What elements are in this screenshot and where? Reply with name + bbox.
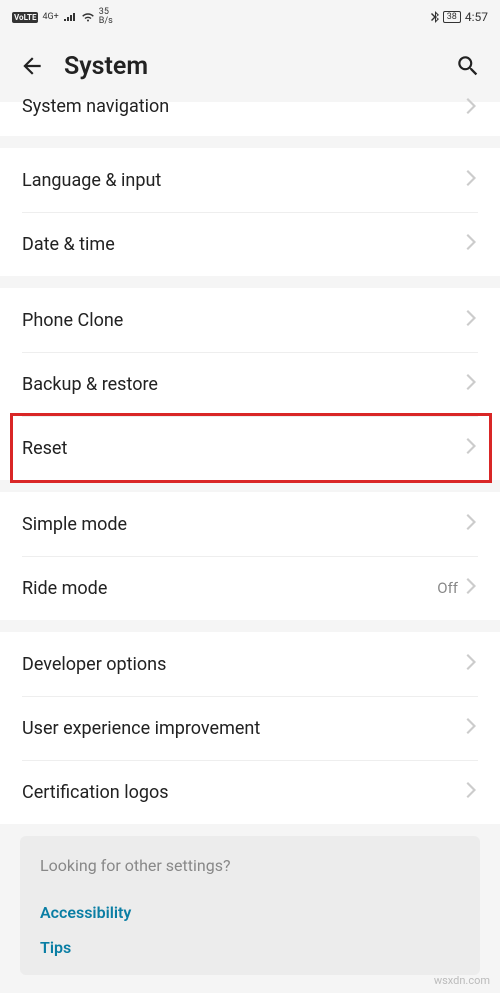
volte-badge: VoLTE: [12, 12, 38, 23]
header: System: [0, 30, 500, 102]
row-reset[interactable]: Reset: [0, 416, 500, 480]
settings-list: Language & input Date & time Phone Clone…: [0, 148, 500, 975]
chevron-right-icon: [466, 654, 478, 674]
chevron-right-icon: [466, 514, 478, 534]
clock: 4:57: [465, 10, 488, 24]
chevron-right-icon: [466, 374, 478, 394]
row-label: Certification logos: [22, 782, 466, 803]
chevron-right-icon: [466, 310, 478, 330]
row-certification-logos[interactable]: Certification logos: [0, 760, 500, 824]
row-developer-options[interactable]: Developer options: [0, 632, 500, 696]
settings-group: Language & input Date & time: [0, 148, 500, 276]
status-bar: VoLTE 4G+ 35 B/s 38 4:57: [0, 0, 500, 30]
wifi-icon: [81, 12, 95, 22]
row-ride-mode[interactable]: Ride mode Off: [0, 556, 500, 620]
settings-group: Phone Clone Backup & restore Reset: [0, 288, 500, 480]
row-label: Phone Clone: [22, 310, 466, 331]
row-label: Developer options: [22, 654, 466, 675]
row-label: Reset: [22, 438, 466, 459]
signal-icon: [63, 12, 77, 22]
status-right: 38 4:57: [431, 10, 488, 24]
chevron-right-icon: [466, 782, 478, 802]
row-label: Backup & restore: [22, 374, 466, 395]
chevron-right-icon: [466, 234, 478, 254]
row-label: Language & input: [22, 170, 466, 191]
chevron-right-icon: [466, 438, 478, 458]
chevron-right-icon: [466, 578, 478, 598]
row-language-input[interactable]: Language & input: [0, 148, 500, 212]
search-icon[interactable]: [454, 52, 482, 80]
row-system-navigation[interactable]: System navigation: [0, 102, 500, 136]
row-user-experience[interactable]: User experience improvement: [0, 696, 500, 760]
status-left: VoLTE 4G+ 35 B/s: [12, 8, 113, 26]
page-title: System: [64, 52, 436, 81]
row-backup-restore[interactable]: Backup & restore: [0, 352, 500, 416]
row-value: Off: [437, 579, 458, 597]
row-simple-mode[interactable]: Simple mode: [0, 492, 500, 556]
settings-group: Simple mode Ride mode Off: [0, 492, 500, 620]
row-date-time[interactable]: Date & time: [0, 212, 500, 276]
battery-indicator: 38: [443, 11, 461, 23]
row-label: Simple mode: [22, 514, 466, 535]
row-phone-clone[interactable]: Phone Clone: [0, 288, 500, 352]
link-tips[interactable]: Tips: [40, 930, 460, 965]
data-rate: 35 B/s: [99, 8, 113, 26]
row-label: System navigation: [22, 96, 466, 117]
bluetooth-icon: [431, 11, 439, 23]
link-accessibility[interactable]: Accessibility: [40, 895, 460, 930]
chevron-right-icon: [466, 98, 478, 118]
chevron-right-icon: [466, 170, 478, 190]
row-label: Date & time: [22, 234, 466, 255]
watermark: wsxdn.com: [434, 974, 490, 987]
row-label: Ride mode: [22, 578, 437, 599]
other-settings-heading: Looking for other settings?: [40, 856, 460, 875]
other-settings-card: Looking for other settings? Accessibilit…: [20, 836, 480, 975]
row-label: User experience improvement: [22, 718, 466, 739]
network-indicator: 4G+: [42, 12, 58, 22]
settings-group: Developer options User experience improv…: [0, 632, 500, 824]
chevron-right-icon: [466, 718, 478, 738]
back-icon[interactable]: [18, 52, 46, 80]
